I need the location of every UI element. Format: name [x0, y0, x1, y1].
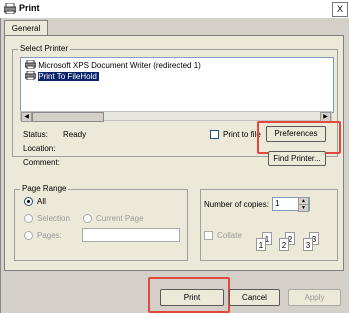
- print-to-file-label: Print to file: [223, 130, 261, 139]
- copies-value: 1: [275, 199, 280, 208]
- print-highlight: [148, 277, 230, 313]
- collate-label: Collate: [217, 231, 242, 240]
- page-range-label: Page Range: [20, 184, 69, 193]
- all-label: All: [37, 197, 46, 206]
- printer-name: Microsoft XPS Document Writer (redirecte…: [38, 61, 201, 70]
- comment-label: Comment:: [23, 158, 60, 167]
- cancel-button[interactable]: Cancel: [229, 289, 280, 306]
- select-printer-label: Select Printer: [18, 44, 71, 53]
- pages-label: Pages:: [37, 231, 62, 240]
- status-value: Ready: [63, 130, 87, 139]
- printer-icon: [24, 59, 37, 70]
- tab-general[interactable]: General: [4, 20, 48, 36]
- scroll-thumb[interactable]: [32, 112, 104, 122]
- title-bar: Print X: [0, 0, 349, 18]
- pages-input[interactable]: [82, 228, 180, 242]
- status-label: Status:: [23, 130, 48, 139]
- collate-page: 2: [279, 238, 289, 251]
- printer-item-xps[interactable]: Microsoft XPS Document Writer (redirecte…: [24, 59, 201, 70]
- horizontal-scrollbar[interactable]: ◀ ▶: [20, 111, 332, 122]
- printer-icon: [4, 3, 16, 14]
- collate-page: 1: [256, 238, 266, 251]
- selection-radio[interactable]: [24, 214, 33, 223]
- copies-label: Number of copies:: [204, 200, 269, 209]
- apply-button[interactable]: Apply: [288, 289, 341, 306]
- print-to-file-checkbox[interactable]: [210, 130, 219, 139]
- window-title: Print: [19, 3, 40, 13]
- printer-name: Print To FileHold: [38, 72, 99, 81]
- spin-down-icon[interactable]: ▼: [298, 204, 309, 212]
- current-page-label: Current Page: [96, 214, 144, 223]
- collate-page: 3: [303, 238, 313, 251]
- current-page-radio[interactable]: [83, 214, 92, 223]
- selection-label: Selection: [37, 214, 70, 223]
- printer-list[interactable]: Microsoft XPS Document Writer (redirecte…: [20, 57, 334, 113]
- printer-item-filehold[interactable]: Print To FileHold: [24, 70, 99, 81]
- scroll-left-icon[interactable]: ◀: [21, 112, 32, 122]
- printer-icon: [24, 70, 37, 81]
- preferences-highlight: [257, 121, 341, 154]
- pages-radio[interactable]: [24, 231, 33, 240]
- find-printer-button[interactable]: Find Printer...: [268, 151, 326, 166]
- all-radio[interactable]: [24, 197, 33, 206]
- collate-checkbox[interactable]: [204, 231, 213, 240]
- location-label: Location:: [23, 144, 56, 153]
- close-icon[interactable]: X: [332, 2, 348, 17]
